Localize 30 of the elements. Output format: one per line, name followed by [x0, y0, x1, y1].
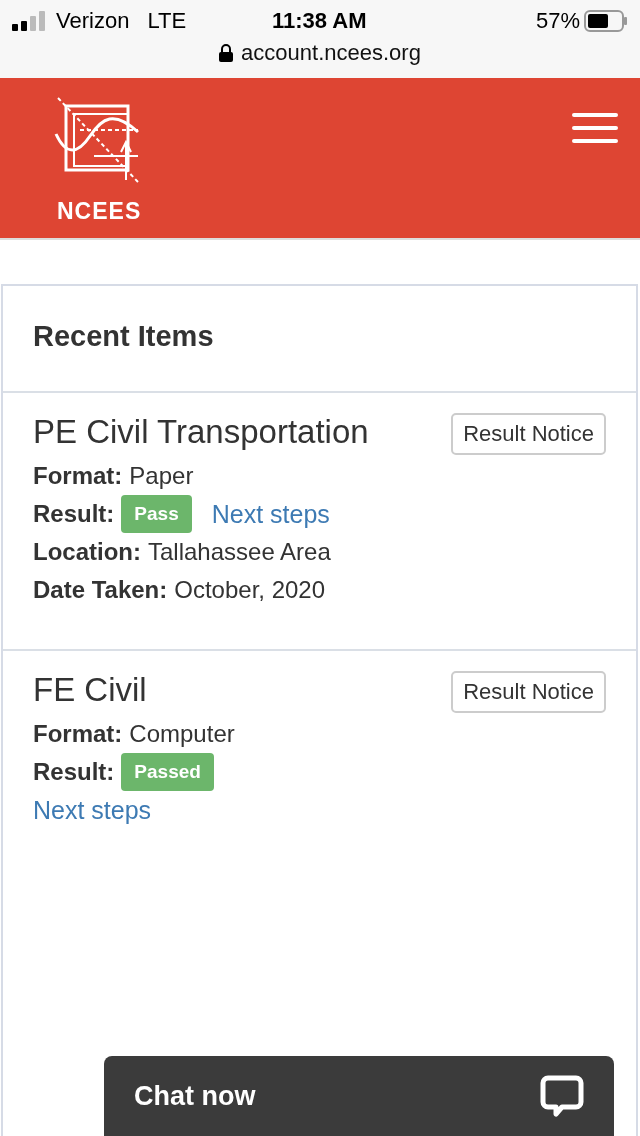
field-label: Result:: [33, 757, 115, 787]
logo-text: NCEES: [57, 198, 142, 225]
result-notice-button[interactable]: Result Notice: [451, 671, 606, 713]
field-label: Format:: [33, 719, 123, 749]
next-steps-link[interactable]: Next steps: [33, 791, 152, 829]
exam-title: FE Civil: [33, 671, 147, 709]
chat-bubble-icon: [540, 1075, 584, 1117]
result-notice-button[interactable]: Result Notice: [451, 413, 606, 455]
field-label: Format:: [33, 461, 123, 491]
chat-button[interactable]: Chat now: [104, 1056, 614, 1136]
signal-icon: [12, 11, 48, 31]
field-label: Location:: [33, 537, 141, 567]
clock-time: 11:38 AM: [271, 8, 368, 34]
field-value: October, 2020: [174, 575, 326, 605]
field-label: Result:: [33, 499, 115, 529]
network-type: LTE: [147, 8, 187, 34]
status-badge: Pass: [121, 495, 192, 533]
field-value: Computer: [129, 719, 235, 749]
status-badge: Passed: [121, 753, 214, 791]
battery-percent: 57%: [535, 8, 580, 34]
carrier-name: Verizon: [56, 8, 130, 34]
card-title: Recent Items: [3, 286, 636, 393]
battery-icon: [584, 10, 628, 32]
next-steps-link[interactable]: Next steps: [211, 495, 330, 533]
field-value: Tallahassee Area: [148, 537, 331, 567]
field-label: Date Taken:: [33, 575, 168, 605]
exam-title: PE Civil Transportation: [33, 413, 369, 451]
lock-icon: [219, 44, 234, 62]
url-text: account.ncees.org: [241, 40, 421, 66]
field-value: Paper: [129, 461, 194, 491]
